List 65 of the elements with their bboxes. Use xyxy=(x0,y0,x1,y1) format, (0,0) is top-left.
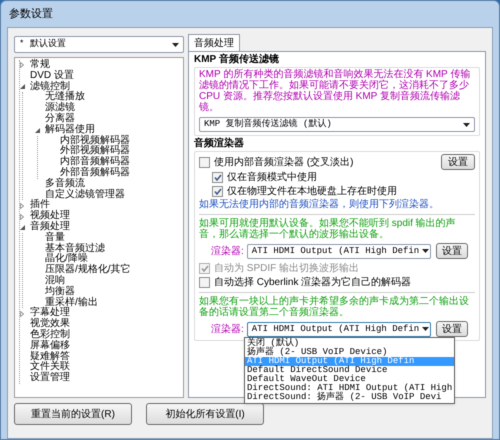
info-text: 如果无法使用内部的音频渲染器，则使用下列渲染器。 xyxy=(199,198,440,211)
tree-item[interactable]: 滤镜控制 xyxy=(29,82,71,92)
tree-item[interactable]: DVD 设置 xyxy=(29,70,75,82)
tree-item[interactable]: 混响 xyxy=(44,276,66,287)
checkbox[interactable] xyxy=(212,172,223,182)
tree-item[interactable]: 外部音频解码器 xyxy=(59,168,131,179)
tree-item[interactable]: 解码器使用 xyxy=(44,124,96,136)
settings-button[interactable]: 设置 xyxy=(441,154,475,170)
dropdown-value: ATI HDMI Output (ATI High Defin xyxy=(252,322,420,336)
dialog-button[interactable]: 重置当前的设置(R) xyxy=(14,403,132,425)
caret-icon xyxy=(463,122,470,126)
dropdown-value: ATI HDMI Output (ATI High Defin xyxy=(252,244,420,258)
caret-icon xyxy=(422,249,430,253)
tree-item[interactable]: 多音频流 xyxy=(44,178,86,190)
dropdown-option[interactable]: DirectSound: 扬声器 (2- USB VoIP Devi xyxy=(245,393,454,402)
tree-item[interactable]: 屏幕偏移 xyxy=(29,340,71,352)
checkbox-label: 自动为 SPDIF 输出切换波形输出 xyxy=(214,262,360,276)
checkbox[interactable] xyxy=(199,156,210,168)
group-title: 音频渲染器 xyxy=(194,138,245,150)
dropdown-value: * 默认设置 xyxy=(19,38,66,51)
dropdown-option[interactable]: DirectSound: ATI HDMI Output (ATI High xyxy=(245,384,454,393)
renderer-label: 渲染器: xyxy=(211,322,244,336)
settings-button[interactable]: 设置 xyxy=(436,321,468,337)
tree-item[interactable]: 色彩控制 xyxy=(29,330,71,341)
dropdown[interactable]: ATI HDMI Output (ATI High Defin xyxy=(246,322,431,336)
dialog-button[interactable]: 初始化所有设置(I) xyxy=(146,403,264,425)
tree-item[interactable]: 压限器/规格化/其它 xyxy=(44,265,132,276)
window-title: 参数设置 xyxy=(9,6,53,22)
dropdown[interactable]: * 默认设置 xyxy=(14,36,184,53)
checkbox[interactable] xyxy=(212,186,223,196)
checkbox-label: 使用内部音频渲染器 (交叉淡出) xyxy=(214,156,354,170)
tree-item[interactable]: 均衡器 xyxy=(44,286,76,298)
checkbox[interactable] xyxy=(199,276,210,288)
renderer-label: 渲染器: xyxy=(211,244,244,258)
info-text: 如果可用就使用默认设备。如果您不能听到 spdif 输出的声音，那么请选择一个默认的波形输出设备。 xyxy=(199,218,457,240)
tree-item[interactable]: 基本音频过滤 xyxy=(44,244,106,254)
tab[interactable]: 音频处理 xyxy=(188,34,240,51)
info-text: KMP 的所有种类的音频滤镜和音响效果无法在没有 KMP 传输滤镜的情况下工作。如果可能请不要关闭它，这消耗不了多少 CPU 资源。推荐您按默认设置使用 KMP 复制音频流传输滤镜。 xyxy=(199,69,472,113)
dropdown[interactable]: KMP 复制音频传送滤镜 (默认) xyxy=(199,117,475,132)
tree-item[interactable]: 设置管理 xyxy=(29,373,71,384)
tree-item[interactable]: 音频处理 xyxy=(29,222,71,233)
settings-button[interactable]: 设置 xyxy=(436,243,468,259)
dropdown-option[interactable]: 关闭 (默认) xyxy=(245,339,454,348)
dropdown-option[interactable]: 扬声器 (2- USB VoIP Device) xyxy=(245,348,454,357)
dropdown-option[interactable]: Default DirectSound Device xyxy=(245,366,454,375)
tree-item[interactable]: 视频处理 xyxy=(29,211,71,222)
dropdown-option[interactable]: Default WaveOut Device xyxy=(245,375,454,384)
tree-item[interactable]: 常规 xyxy=(29,60,51,71)
tree-item[interactable]: 源滤镜 xyxy=(44,103,76,114)
group-title: KMP 音频传送滤镜 xyxy=(194,54,280,66)
dropdown-value: KMP 复制音频传送滤镜 (默认) xyxy=(204,118,332,131)
dropdown[interactable]: ATI HDMI Output (ATI High Defin xyxy=(246,244,431,258)
caret-icon xyxy=(172,42,179,46)
tree-item[interactable]: 晶化/降噪 xyxy=(44,254,89,266)
checkbox-label: 仅在物理文件在本地硬盘上存在时使用 xyxy=(227,184,397,198)
tree-item[interactable]: 分离器 xyxy=(44,114,76,125)
info-text: 如果您有一块以上的声卡并希望多余的声卡成为第二个输出设备的话请设置第二个音频渲染器。 xyxy=(199,296,470,318)
caret-icon xyxy=(422,327,430,331)
checkbox-label: 自动选择 Cyberlink 渲染器为它自己的解码器 xyxy=(214,276,412,290)
tree-item[interactable]: 自定义滤镜管理器 xyxy=(44,190,126,200)
checkbox-label: 仅在音频模式中使用 xyxy=(227,170,317,184)
tree-item[interactable]: 内部音频解码器 xyxy=(59,157,131,168)
tree-item[interactable]: 音量 xyxy=(44,232,66,244)
tree-item[interactable]: 视觉效果 xyxy=(29,319,71,330)
check-icon xyxy=(200,264,208,272)
